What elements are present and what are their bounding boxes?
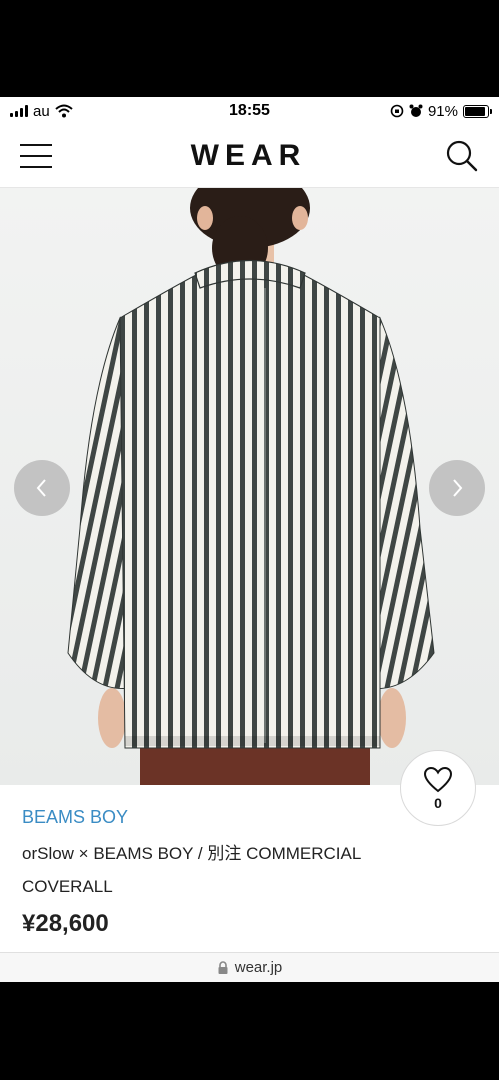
lock-icon	[218, 960, 228, 974]
status-left: au	[10, 103, 73, 120]
alarm-icon	[409, 104, 423, 117]
signal-icon	[10, 105, 28, 117]
menu-icon[interactable]	[20, 144, 52, 168]
wifi-icon	[55, 104, 73, 118]
site-header: WEAR	[0, 125, 499, 188]
product-image[interactable]	[0, 188, 499, 785]
site-logo[interactable]: WEAR	[191, 139, 307, 173]
like-count: 0	[434, 794, 442, 811]
prev-image-button[interactable]	[14, 460, 70, 516]
status-right: 91%	[390, 102, 492, 120]
browser-url-bar[interactable]: wear.jp	[0, 952, 499, 982]
chevron-right-icon	[453, 479, 463, 497]
battery-percent: 91%	[427, 102, 458, 120]
status-bar: au 18:55 91%	[0, 97, 499, 125]
orientation-lock-icon	[390, 104, 404, 118]
carrier-label: au	[33, 102, 50, 120]
chevron-left-icon	[36, 479, 46, 497]
model-photo	[67, 188, 435, 785]
url-text: wear.jp	[234, 959, 283, 976]
battery-icon	[463, 104, 492, 118]
search-icon[interactable]	[445, 139, 479, 173]
product-title: orSlow × BEAMS BOY / 別注 COMMERCIAL COVER…	[22, 844, 361, 896]
heart-icon	[423, 766, 453, 792]
brand-link[interactable]: BEAMS BOY	[22, 807, 128, 828]
next-image-button[interactable]	[429, 460, 485, 516]
product-price: ¥28,600	[22, 910, 109, 937]
like-button[interactable]: 0	[400, 750, 476, 826]
